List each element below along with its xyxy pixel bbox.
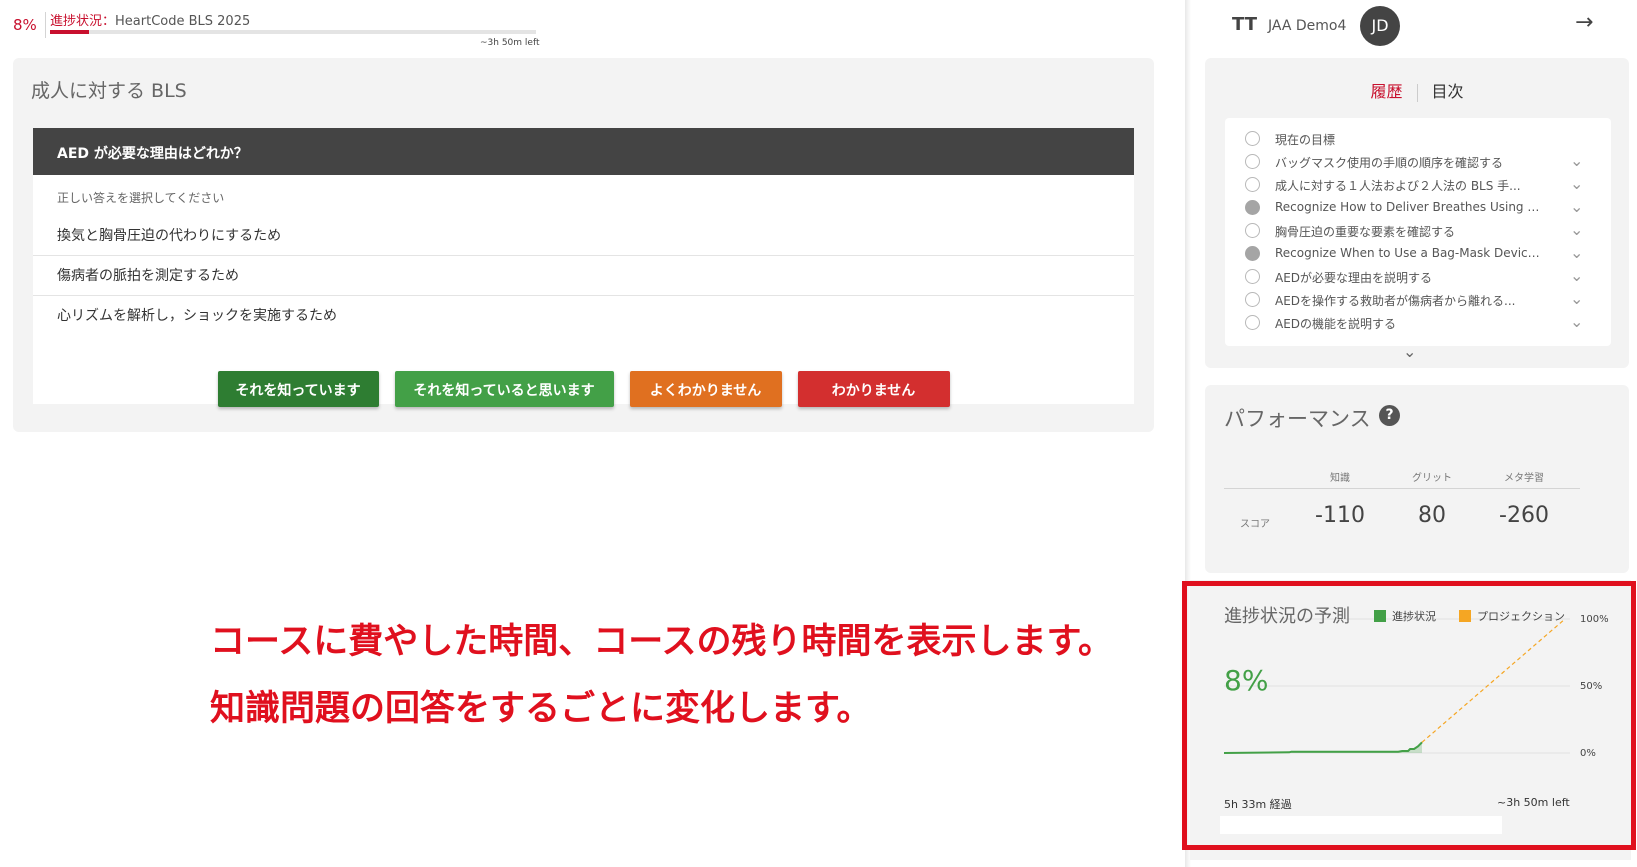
completed-status-icon [1245, 246, 1260, 261]
pending-status-icon [1245, 315, 1260, 330]
question-panel: 成人に対する BLS AED が必要な理由はどれか？ 正しい答えを選択してくださ… [13, 58, 1154, 432]
history-item-label: AEDの機能を説明する [1275, 317, 1397, 331]
tab-history[interactable]: 履歴 [1356, 78, 1416, 102]
pending-status-icon [1245, 269, 1260, 284]
chevron-down-icon[interactable]: ⌄ [1570, 220, 1583, 239]
chevron-down-icon[interactable]: ⌄ [1570, 312, 1583, 331]
history-item[interactable]: AEDを操作する救助者が傷病者から離れる... ⌄ [1225, 289, 1611, 313]
legend-swatch [1374, 610, 1386, 622]
know-it-button[interactable]: それを知っています [217, 371, 379, 407]
chevron-down-icon[interactable]: ⌄ [1570, 266, 1583, 285]
course-name: HeartCode BLS 2025 [115, 14, 251, 29]
chevron-down-icon[interactable]: ⌄ [1570, 174, 1583, 193]
progress-bar [50, 30, 536, 34]
progress-percent: 8% [13, 16, 37, 34]
chevron-down-icon[interactable]: ⌄ [1570, 151, 1583, 170]
not-sure-button[interactable]: よくわかりません [629, 371, 782, 407]
knowledge-score: -110 [1315, 503, 1365, 528]
answer-option[interactable]: 心リズムを解析し，ショックを実施するため [33, 294, 1134, 336]
chevron-down-icon[interactable]: ⌄ [1570, 289, 1583, 308]
course-progress-header: 8% 進捗状況：HeartCode BLS 2025 ~3h 50m left [0, 0, 560, 52]
grit-score: 80 [1418, 503, 1446, 528]
legend-label: 進捗状況 [1392, 610, 1436, 623]
annotation-line-1: コースに費やした時間、コースの残り時間を表示します。 [210, 622, 1114, 662]
progress-label: 進捗状況：HeartCode BLS 2025 [50, 10, 250, 29]
history-item[interactable]: AEDの機能を説明する ⌄ [1225, 312, 1611, 336]
progress-label-prefix: 進捗状況： [50, 14, 116, 29]
forecast-footer-bar [1220, 816, 1502, 834]
forecast-panel: 進捗状況の予測 進捗状況 プロジェクション 8% 100% 50% 0% 5h … [1190, 580, 1631, 860]
pending-status-icon [1245, 223, 1260, 238]
history-item[interactable]: AEDが必要な理由を説明する ⌄ [1225, 266, 1611, 290]
performance-title: パフォーマンス [1224, 407, 1371, 431]
forecast-current-percent: 8% [1224, 664, 1269, 697]
legend-item: 進捗状況 [1374, 608, 1436, 624]
section-title: 成人に対する BLS [31, 80, 187, 102]
username: JAA Demo4 [1268, 18, 1347, 34]
metalearning-score: -260 [1499, 503, 1549, 528]
history-item[interactable]: 現在の目標 [1225, 128, 1611, 152]
history-item-label: 成人に対する１人法および２人法の BLS 手... [1275, 179, 1521, 193]
history-item-label: 胸骨圧迫の重要な要素を確認する [1275, 225, 1456, 239]
performance-column-header: 知識 [1330, 473, 1350, 484]
elapsed-label: 5h 33m 経過 [1224, 798, 1292, 811]
completed-status-icon [1245, 200, 1260, 215]
history-list: 現在の目標 バッグマスク使用の手順の順序を確認する ⌄ 成人に対する１人法および２人法… [1225, 118, 1611, 346]
history-item-label: AEDを操作する救助者が傷病者から離れる... [1275, 294, 1516, 308]
progress-line [1223, 741, 1423, 754]
question-prompt: AED が必要な理由はどれか？ [33, 128, 1134, 175]
pending-status-icon [1245, 154, 1260, 169]
dont-know-button[interactable]: わかりません [797, 371, 950, 407]
history-item[interactable]: バッグマスク使用の手順の順序を確認する ⌄ [1225, 151, 1611, 175]
history-item-label: 現在の目標 [1275, 133, 1336, 147]
performance-column-header: グリット [1412, 473, 1452, 484]
think-i-know-button[interactable]: それを知っていると思います [394, 371, 614, 407]
performance-column-header: メタ学習 [1504, 473, 1544, 484]
progress-divider [45, 12, 46, 38]
confidence-buttons: それを知っています それを知っていると思います よくわかりません わかりません [13, 371, 1154, 407]
chevron-down-icon[interactable]: ⌄ [1570, 243, 1583, 262]
history-item-label: AEDが必要な理由を説明する [1275, 271, 1433, 285]
answer-option[interactable]: 換気と胸骨圧迫の代わりにするため [33, 214, 1134, 256]
legend-item: プロジェクション [1459, 608, 1565, 624]
remaining-label: ~3h 50m left [1497, 796, 1570, 809]
history-tabs: 履歴 目次 [1205, 78, 1629, 102]
history-item[interactable]: Recognize How to Deliver Breathes Using … [1225, 197, 1611, 221]
performance-divider [1224, 488, 1580, 489]
progress-bar-fill [50, 30, 89, 34]
arrow-right-icon[interactable]: → [1575, 10, 1593, 35]
history-item[interactable]: Recognize When to Use a Bag-Mask Device … [1225, 243, 1611, 267]
answer-instruction: 正しい答えを選択してください [57, 191, 225, 205]
history-panel: 履歴 目次 現在の目標 バッグマスク使用の手順の順序を確認する ⌄ 成人に対する１人法お… [1205, 58, 1629, 368]
history-item-label: Recognize When to Use a Bag-Mask Device … [1275, 246, 1545, 260]
pending-status-icon [1245, 177, 1260, 192]
performance-panel: パフォーマンス ? 知識 グリット メタ学習 スコア -110 80 -260 [1205, 385, 1629, 573]
y-tick-label: 0% [1580, 748, 1596, 759]
chevron-down-icon[interactable]: ⌄ [1570, 197, 1583, 216]
answer-list: 正しい答えを選択してください 換気と胸骨圧迫の代わりにするため 傷病者の脈拍を測… [33, 175, 1134, 404]
time-left: ~3h 50m left [480, 38, 540, 48]
performance-row-label: スコア [1240, 519, 1270, 530]
y-tick-label: 100% [1580, 614, 1609, 625]
text-size-icon[interactable]: TT [1232, 14, 1257, 35]
legend-swatch [1459, 610, 1471, 622]
history-item-label: Recognize How to Deliver Breathes Using … [1275, 200, 1545, 214]
y-tick-label: 50% [1580, 681, 1603, 692]
avatar[interactable]: JD [1360, 6, 1400, 46]
history-item[interactable]: 成人に対する１人法および２人法の BLS 手... ⌄ [1225, 174, 1611, 198]
pending-status-icon [1245, 292, 1260, 307]
forecast-title: 進捗状況の予測 [1224, 606, 1350, 627]
answer-option[interactable]: 傷病者の脈拍を測定するため [33, 254, 1134, 296]
help-icon[interactable]: ? [1379, 405, 1400, 426]
pending-status-icon [1245, 131, 1260, 146]
legend-label: プロジェクション [1477, 610, 1565, 623]
show-more-icon[interactable]: ⌄ [1403, 342, 1416, 361]
tab-contents[interactable]: 目次 [1418, 78, 1478, 102]
annotation-line-2: 知識問題の回答をするごとに変化します。 [210, 689, 872, 729]
history-item-label: バッグマスク使用の手順の順序を確認する [1275, 156, 1504, 170]
history-item[interactable]: 胸骨圧迫の重要な要素を確認する ⌄ [1225, 220, 1611, 244]
projection-line [1421, 618, 1566, 743]
